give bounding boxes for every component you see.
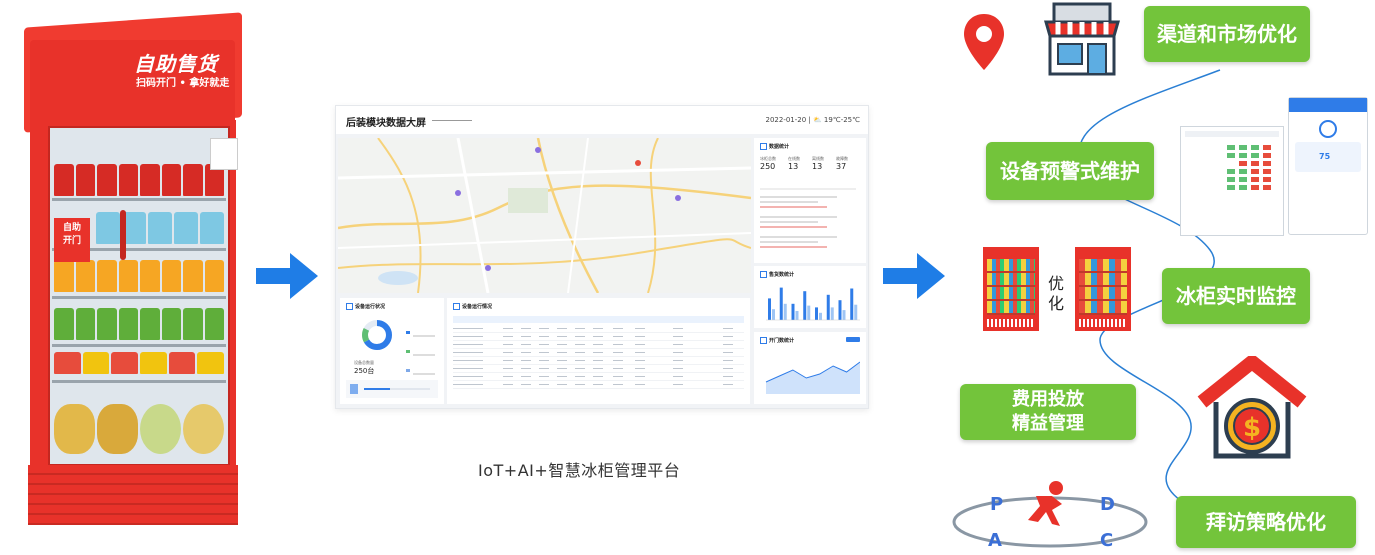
platform-caption: IoT+AI+智慧冰柜管理平台 bbox=[478, 461, 681, 480]
fridge-handle bbox=[120, 210, 126, 260]
sales-bar bbox=[850, 288, 854, 320]
feature-cost-management: 费用投放 精益管理 bbox=[960, 384, 1136, 440]
dashboard-date-weather: 2022-01-20 | ⛅ 19℃-25℃ bbox=[765, 116, 861, 124]
svg-text:$: $ bbox=[1243, 413, 1261, 443]
table-row bbox=[453, 357, 744, 365]
pdca-label-d: D bbox=[1100, 494, 1115, 515]
feature-channel-optimization: 渠道和市场优化 bbox=[1144, 6, 1310, 62]
store-icon bbox=[1044, 2, 1120, 76]
sales-bar bbox=[807, 305, 811, 320]
device-status-panel: 设备运行状况 设备总数量 250台 bbox=[340, 298, 444, 404]
sales-bar bbox=[854, 304, 858, 320]
fridge-base-grille bbox=[28, 465, 238, 525]
sales-bar-chart bbox=[766, 287, 860, 321]
pdca-label-a: A bbox=[988, 530, 1002, 551]
location-pin-icon bbox=[964, 14, 1004, 70]
table-row bbox=[453, 325, 744, 333]
device-table-title: 设备运行情况 bbox=[462, 304, 493, 310]
table-row bbox=[453, 341, 744, 349]
sales-bar bbox=[779, 287, 783, 320]
dashboard-header: 后装模块数据大屏 2022-01-20 | ⛅ 19℃-25℃ bbox=[336, 106, 868, 134]
table-row bbox=[453, 333, 744, 341]
stat-total: 冰柜总数 250 bbox=[760, 156, 776, 171]
fridge-door-sticker: 自助 开门 bbox=[54, 218, 90, 262]
shelf-before-image bbox=[983, 247, 1039, 331]
sales-chart-title: 售货数统计 bbox=[769, 272, 795, 278]
stat-fault: 故障数 37 bbox=[836, 156, 848, 171]
device-donut-chart bbox=[362, 320, 392, 350]
house-dollar-icon: $ bbox=[1197, 356, 1307, 459]
mobile-app-screenshot: 75 bbox=[1288, 97, 1368, 235]
feature-visit-strategy: 拜访策略优化 bbox=[1176, 496, 1356, 548]
stat-offline: 离线数 13 bbox=[812, 156, 824, 171]
feature-realtime-monitoring: 冰柜实时监控 bbox=[1162, 268, 1310, 324]
stats-panel: 数据统计 冰柜总数 250 在线数 13 离线数 13 故障数 37 bbox=[754, 138, 866, 263]
device-count-value: 250台 bbox=[354, 367, 375, 375]
vending-fridge-image: 自助售货 扫码开门 • 拿好就走 自助 开门 bbox=[24, 10, 244, 530]
dashboard-screenshot: 后装模块数据大屏 2022-01-20 | ⛅ 19℃-25℃ 数据统计 冰柜总… bbox=[335, 105, 869, 409]
fridge-glass-door: 自助 开门 bbox=[42, 120, 236, 472]
feature-predictive-maintenance: 设备预警式维护 bbox=[986, 142, 1154, 200]
sales-chart-panel: 售货数统计 bbox=[754, 266, 866, 328]
progress-box bbox=[346, 380, 438, 398]
monitor-table-screenshot bbox=[1180, 126, 1284, 236]
open-chart-toggle[interactable] bbox=[846, 337, 860, 342]
open-area-chart bbox=[765, 361, 860, 394]
map-view bbox=[338, 138, 751, 293]
table-header bbox=[453, 316, 744, 323]
sales-bar bbox=[838, 300, 842, 320]
fridge-brand-title: 自助售货 bbox=[134, 52, 218, 76]
sales-bar bbox=[791, 303, 795, 320]
arrow-right-icon bbox=[883, 253, 945, 299]
alert-list bbox=[760, 184, 856, 256]
arrow-right-icon bbox=[256, 253, 318, 299]
sales-bar bbox=[815, 307, 818, 320]
open-area-fill bbox=[766, 362, 860, 394]
sales-bar bbox=[772, 309, 775, 320]
table-row bbox=[453, 365, 744, 373]
shelf-after-image bbox=[1075, 247, 1131, 331]
cost-line-1: 费用投放 bbox=[1012, 389, 1084, 410]
pdca-label-c: C bbox=[1100, 530, 1114, 551]
device-table-panel: 设备运行情况 bbox=[447, 298, 750, 404]
pdca-label-p: P bbox=[990, 494, 1004, 515]
sales-bar bbox=[768, 298, 771, 320]
table-row bbox=[453, 381, 744, 389]
sales-bar bbox=[783, 303, 787, 320]
table-row bbox=[453, 373, 744, 381]
open-chart-panel: 开门数统计 bbox=[754, 332, 866, 404]
sales-bar bbox=[826, 294, 830, 320]
device-status-title: 设备运行状况 bbox=[355, 304, 386, 310]
fridge-brand-slogan: 扫码开门 • 拿好就走 bbox=[136, 78, 230, 89]
sales-bar bbox=[803, 291, 807, 320]
qr-code-icon bbox=[210, 138, 238, 170]
optimize-label: 优 化 bbox=[1048, 274, 1065, 313]
sales-bar bbox=[819, 312, 822, 320]
dashboard-title: 后装模块数据大屏 bbox=[346, 118, 426, 129]
stats-title: 数据统计 bbox=[769, 144, 790, 150]
sales-bar bbox=[830, 307, 834, 320]
table-row bbox=[453, 349, 744, 357]
open-chart-title: 开门数统计 bbox=[769, 338, 795, 344]
sales-bar bbox=[842, 310, 846, 320]
sales-bar bbox=[795, 311, 799, 320]
cost-line-2: 精益管理 bbox=[1012, 413, 1084, 434]
stat-online: 在线数 13 bbox=[788, 156, 800, 171]
pdca-cycle-diagram bbox=[952, 481, 1148, 548]
